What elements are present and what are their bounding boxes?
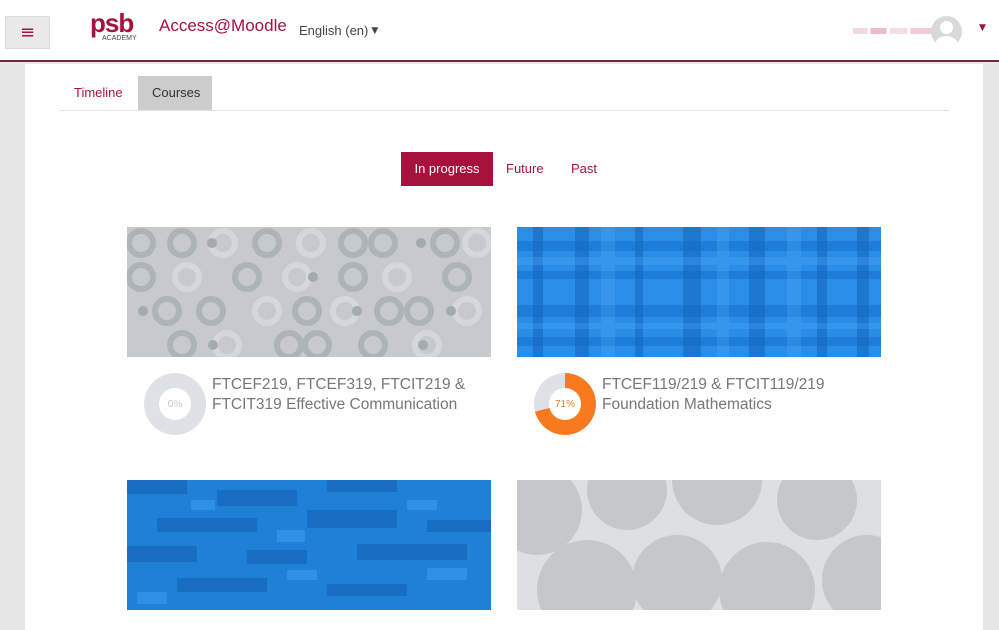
course-name-link[interactable]: FTCEF219, FTCEF319, FTCIT219 & FTCIT319 …: [212, 375, 482, 415]
site-logo[interactable]: psb ACADEMY: [90, 8, 137, 46]
filter-in-progress-button[interactable]: In progress: [401, 152, 493, 186]
course-image[interactable]: [127, 227, 491, 357]
course-image[interactable]: [517, 480, 881, 610]
user-name-blurred[interactable]: [853, 28, 933, 34]
dashboard-tabs: Timeline Courses: [60, 76, 949, 111]
language-selector[interactable]: English (en) ▼: [299, 23, 378, 38]
chevron-down-icon: ▼: [371, 26, 379, 36]
user-menu-chevron-down-icon[interactable]: ▼: [979, 23, 986, 33]
filter-future-link[interactable]: Future: [506, 152, 544, 186]
logo-text: psb: [90, 8, 134, 38]
course-progress-ring: 71%: [534, 373, 596, 435]
tab-timeline[interactable]: Timeline: [60, 76, 137, 110]
language-label: English (en): [299, 23, 369, 38]
course-progress-ring: 0%: [144, 373, 206, 435]
user-avatar-icon[interactable]: [931, 16, 962, 47]
page-gutter: [983, 64, 999, 630]
course-image[interactable]: [127, 480, 491, 610]
course-name-link[interactable]: FTCEF119/219 & FTCIT119/219 Foundation M…: [602, 375, 872, 415]
hamburger-menu-button[interactable]: ≡: [5, 16, 50, 49]
course-progress-label: 0%: [159, 388, 191, 420]
top-navbar: ≡ psb ACADEMY Access@Moodle English (en)…: [0, 0, 999, 62]
course-image[interactable]: [517, 227, 881, 357]
main-panel: Timeline Courses In progress Future Past: [25, 64, 983, 630]
filter-past-link[interactable]: Past: [571, 152, 597, 186]
site-name-link[interactable]: Access@Moodle: [159, 16, 287, 36]
hamburger-icon: ≡: [19, 21, 36, 43]
course-progress-label: 71%: [549, 388, 581, 420]
tab-courses[interactable]: Courses: [138, 76, 212, 110]
logo-subtext: ACADEMY: [102, 35, 137, 42]
